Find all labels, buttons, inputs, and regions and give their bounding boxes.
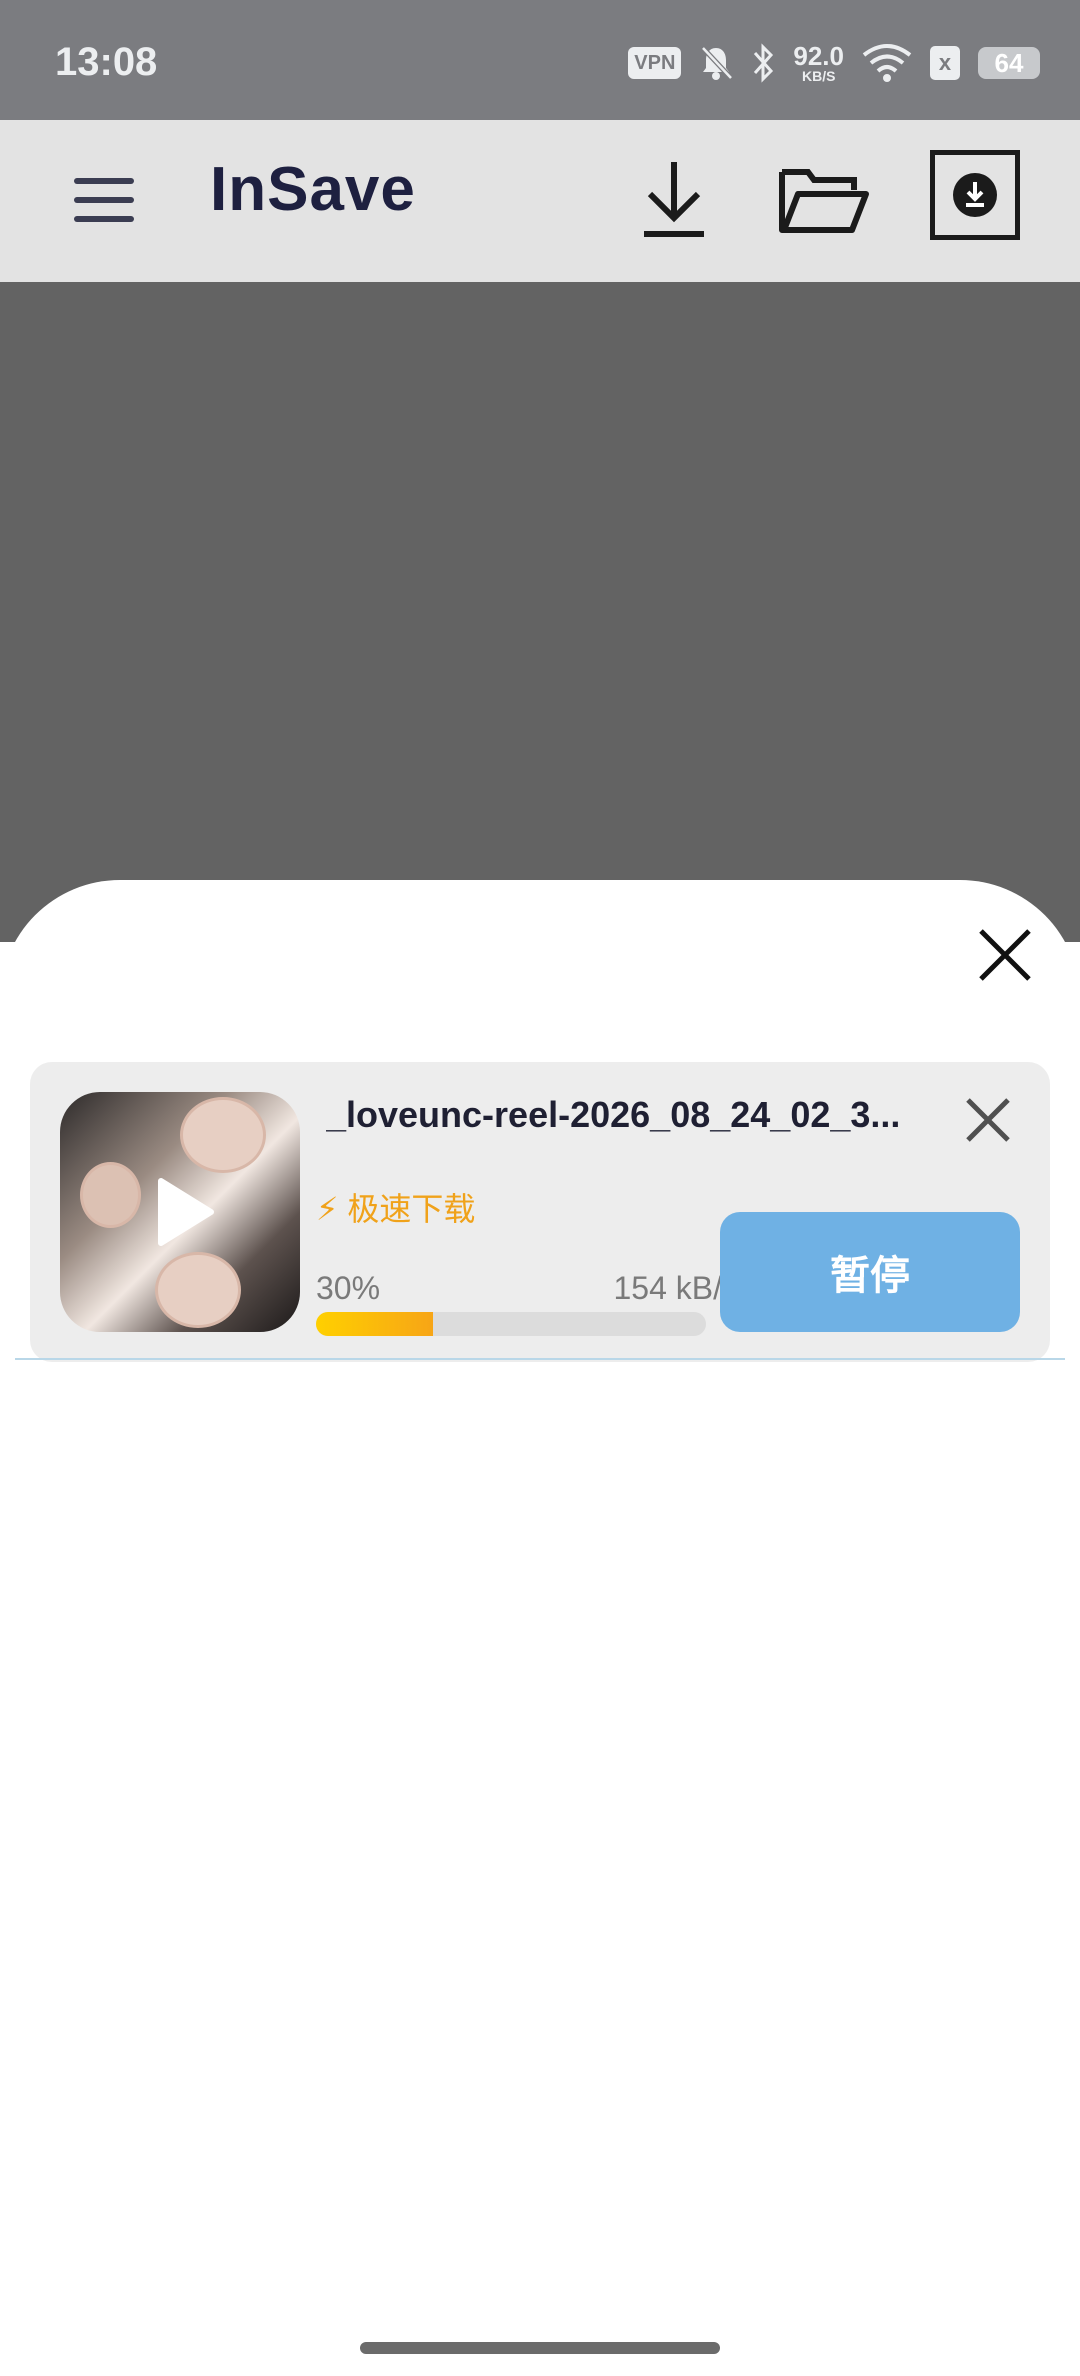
progress-fill (316, 1312, 433, 1336)
thumbnail-shape (180, 1097, 266, 1173)
remove-item-icon[interactable] (960, 1092, 1016, 1148)
download-box-button[interactable] (930, 150, 1020, 240)
download-sheet: _loveunc-reel-2026_08_24_02_3... ⚡ 极速下载 … (0, 880, 1080, 2376)
network-speed: 92.0 KB/S (793, 43, 844, 83)
download-arrow-icon[interactable] (626, 150, 722, 246)
bell-muted-icon (701, 46, 734, 80)
fast-download-label: ⚡ 极速下载 (316, 1191, 476, 1227)
home-indicator[interactable] (360, 2342, 720, 2354)
network-speed-unit: KB/S (801, 68, 836, 84)
file-name: _loveunc-reel-2026_08_24_02_3... (326, 1094, 901, 1135)
download-speed: 154 kB/s (613, 1270, 738, 1306)
thumbnail-shape (80, 1162, 141, 1228)
status-bar: 13:08 VPN 92.0 KB/S x 64 (0, 0, 1080, 120)
bluetooth-icon (754, 43, 774, 83)
vpn-icon: VPN (628, 47, 682, 79)
app-title: InSave (210, 155, 416, 224)
video-thumbnail[interactable] (60, 1092, 300, 1332)
menu-icon[interactable] (72, 170, 136, 230)
status-time: 13:08 (55, 40, 158, 84)
download-item-card: _loveunc-reel-2026_08_24_02_3... ⚡ 极速下载 … (30, 1062, 1050, 1362)
wifi-icon (862, 44, 912, 82)
sheet-close-button[interactable] (930, 880, 1080, 1030)
pause-button[interactable]: 暂停 (720, 1212, 1020, 1332)
sim-icon: x (930, 46, 960, 80)
thumbnail-shape (155, 1252, 241, 1328)
status-icons: VPN 92.0 KB/S x 64 (628, 38, 1040, 88)
close-icon (979, 929, 1031, 981)
download-circle-icon (953, 173, 997, 217)
dimmed-background[interactable] (0, 282, 1080, 942)
play-icon (158, 1178, 214, 1246)
battery-level: 64 (994, 47, 1024, 78)
progress-percent: 30% (316, 1270, 381, 1306)
divider (15, 1358, 1065, 1360)
app-bar: InSave (0, 120, 1080, 282)
folder-icon[interactable] (774, 150, 870, 246)
progress-bar (316, 1312, 706, 1336)
network-speed-value: 92.0 (793, 41, 844, 71)
battery-icon: 64 (978, 47, 1040, 79)
